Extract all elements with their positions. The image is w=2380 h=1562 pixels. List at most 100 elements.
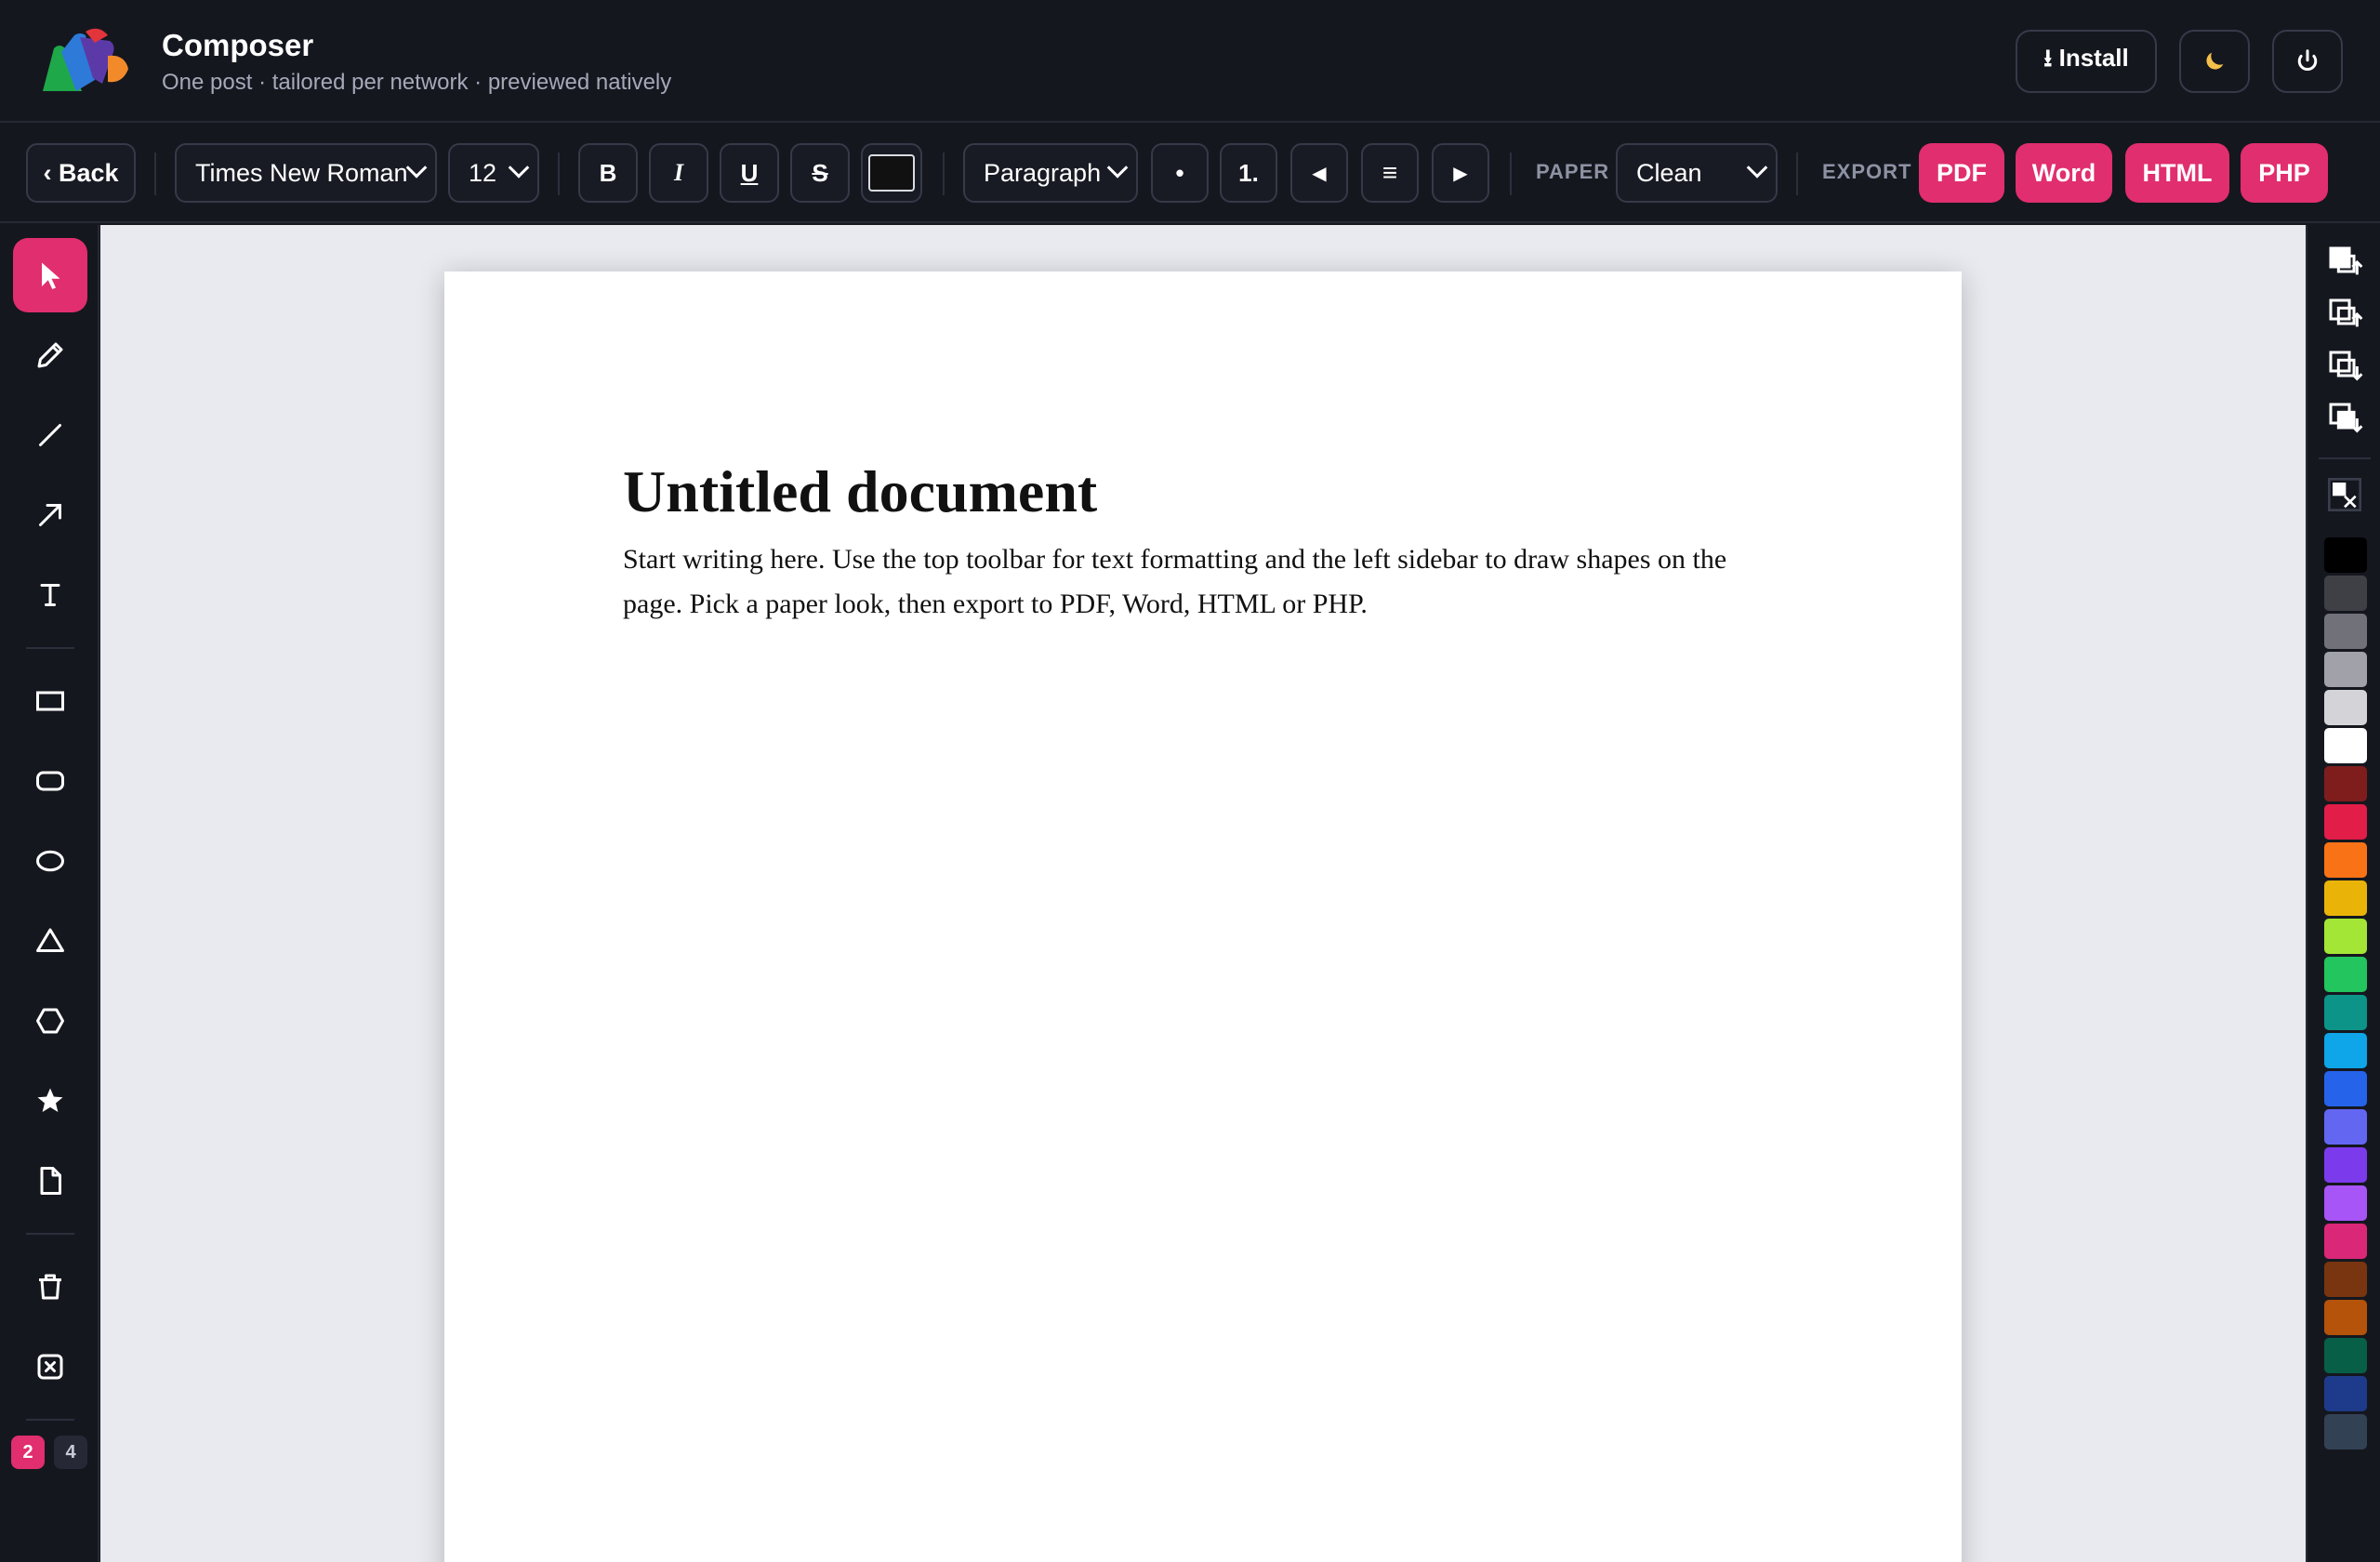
- delete-tool[interactable]: [13, 1250, 87, 1324]
- document-page[interactable]: Untitled document Start writing here. Us…: [444, 271, 1962, 1562]
- document-title[interactable]: Untitled document: [623, 457, 1097, 526]
- app-subtitle: One post · tailored per network · previe…: [162, 70, 672, 95]
- rounded-rectangle-icon: [36, 771, 64, 791]
- color-swatch[interactable]: [2324, 1338, 2367, 1373]
- page-tool[interactable]: [13, 1144, 87, 1218]
- color-swatch[interactable]: [2324, 880, 2367, 916]
- export-pdf-button[interactable]: PDF: [1919, 143, 2004, 203]
- star-icon: [37, 1088, 63, 1112]
- app-header: Composer One post · tailored per network…: [0, 0, 2380, 123]
- text-icon: [40, 584, 60, 606]
- color-swatch[interactable]: [2324, 614, 2367, 649]
- page-icon: [40, 1167, 61, 1195]
- color-swatch[interactable]: [2324, 728, 2367, 763]
- rounded-rectangle-tool[interactable]: [13, 744, 87, 818]
- font-family-select[interactable]: Times New Roman: [175, 143, 437, 203]
- color-swatch[interactable]: [2324, 1262, 2367, 1297]
- export-word-button[interactable]: Word: [2016, 143, 2112, 203]
- star-tool[interactable]: [13, 1064, 87, 1138]
- send-to-back-icon[interactable]: [2326, 400, 2363, 437]
- color-swatch[interactable]: [2324, 766, 2367, 801]
- clear-tool[interactable]: [13, 1330, 87, 1404]
- color-swatch[interactable]: [2324, 842, 2367, 878]
- line-tool[interactable]: [13, 398, 87, 472]
- paper-select[interactable]: Clean: [1616, 143, 1778, 203]
- cursor-icon: [42, 262, 60, 289]
- color-swatch[interactable]: [2324, 1109, 2367, 1145]
- strikethrough-button[interactable]: S: [790, 143, 850, 203]
- font-size-select[interactable]: 12: [448, 143, 539, 203]
- hexagon-tool[interactable]: [13, 984, 87, 1058]
- back-button[interactable]: ‹ Back: [26, 143, 136, 203]
- chevron-down-icon: [508, 157, 530, 179]
- page-count-badge[interactable]: 4: [54, 1436, 87, 1469]
- triangle-icon: [36, 928, 64, 952]
- chevron-down-icon: [405, 157, 428, 179]
- text-tool[interactable]: [13, 558, 87, 632]
- numbered-list-button[interactable]: 1.: [1220, 143, 1277, 203]
- rectangle-icon: [36, 691, 64, 711]
- color-swatch[interactable]: [2324, 1414, 2367, 1449]
- color-swatch[interactable]: [2324, 576, 2367, 611]
- pencil-icon: [37, 342, 63, 368]
- rectangle-tool[interactable]: [13, 664, 87, 738]
- theme-toggle-button[interactable]: [2179, 30, 2250, 93]
- export-php-button[interactable]: PHP: [2241, 143, 2328, 203]
- text-color-swatch: [868, 154, 915, 192]
- arrange-palette-sidebar: [2306, 225, 2380, 1562]
- arrow-icon: [39, 504, 61, 526]
- tool-sidebar: 2 4: [0, 225, 99, 1562]
- sidebar-divider: [26, 1233, 74, 1235]
- document-body[interactable]: Start writing here. Use the top toolbar …: [623, 537, 1776, 627]
- text-color-picker[interactable]: [861, 143, 922, 203]
- color-swatch[interactable]: [2324, 652, 2367, 687]
- color-swatch[interactable]: [2324, 1071, 2367, 1106]
- power-icon: [2297, 49, 2318, 72]
- export-html-button[interactable]: HTML: [2125, 143, 2229, 203]
- color-swatch[interactable]: [2324, 804, 2367, 840]
- app-logo: [43, 28, 128, 91]
- color-swatch[interactable]: [2324, 537, 2367, 573]
- sidebar-divider: [26, 1419, 74, 1421]
- italic-button[interactable]: I: [649, 143, 708, 203]
- logout-button[interactable]: [2272, 30, 2343, 93]
- color-swatch[interactable]: [2324, 1300, 2367, 1335]
- export-label: EXPORT: [1822, 160, 1912, 183]
- bold-button[interactable]: B: [578, 143, 638, 203]
- outdent-button[interactable]: ◀: [1290, 143, 1348, 203]
- color-swatch[interactable]: [2324, 1147, 2367, 1183]
- send-backward-icon[interactable]: [2326, 348, 2363, 385]
- bring-forward-icon[interactable]: [2326, 296, 2363, 333]
- paper-label: PAPER: [1536, 160, 1610, 183]
- block-style-value: Paragraph: [984, 158, 1102, 187]
- align-button[interactable]: ≡: [1361, 143, 1419, 203]
- color-swatch[interactable]: [2324, 1185, 2367, 1221]
- color-swatch[interactable]: [2324, 957, 2367, 992]
- color-swatch[interactable]: [2324, 919, 2367, 954]
- arrow-tool[interactable]: [13, 478, 87, 552]
- color-swatch[interactable]: [2324, 690, 2367, 725]
- current-page-badge[interactable]: 2: [11, 1436, 45, 1469]
- no-fill-icon[interactable]: [2326, 476, 2363, 513]
- app-title: Composer: [162, 28, 314, 62]
- bring-to-front-icon[interactable]: [2326, 244, 2363, 281]
- select-tool[interactable]: [13, 238, 87, 312]
- install-button[interactable]: ⭳ Install: [2016, 30, 2157, 93]
- color-swatch[interactable]: [2324, 1224, 2367, 1259]
- ellipse-tool[interactable]: [13, 824, 87, 898]
- moon-icon: [2206, 52, 2224, 70]
- toolbar-divider: [558, 152, 560, 195]
- color-swatch[interactable]: [2324, 995, 2367, 1030]
- toolbar-divider: [1510, 152, 1512, 195]
- indent-button[interactable]: ▶: [1432, 143, 1489, 203]
- triangle-tool[interactable]: [13, 904, 87, 978]
- bullet-list-button[interactable]: •: [1151, 143, 1209, 203]
- toolbar-divider: [1796, 152, 1798, 195]
- pencil-tool[interactable]: [13, 318, 87, 392]
- color-swatch[interactable]: [2324, 1376, 2367, 1411]
- toolbar-divider: [154, 152, 156, 195]
- color-swatch[interactable]: [2324, 1033, 2367, 1068]
- underline-button[interactable]: U: [720, 143, 779, 203]
- block-style-select[interactable]: Paragraph: [963, 143, 1138, 203]
- font-size-value: 12: [469, 158, 497, 187]
